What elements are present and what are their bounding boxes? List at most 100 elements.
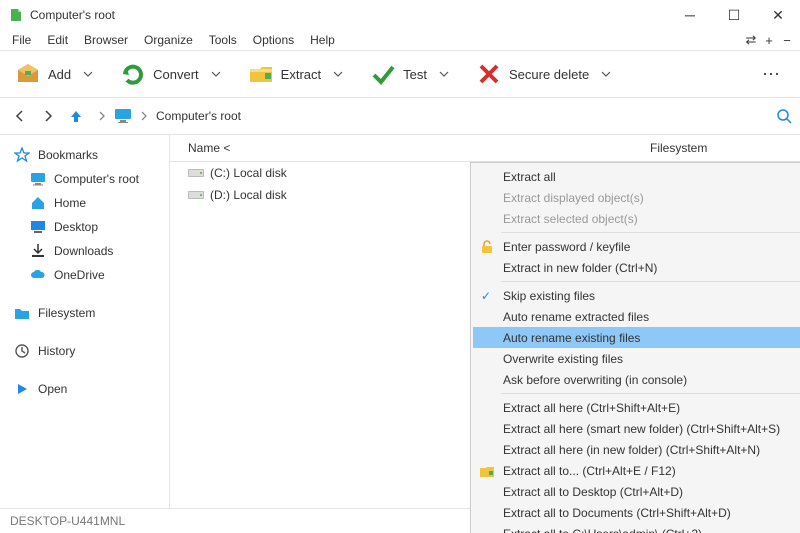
- menu-item-auto-rename-existing[interactable]: Auto rename existing files: [473, 327, 800, 348]
- download-icon: [30, 243, 46, 259]
- sidebar-item-downloads[interactable]: Downloads: [0, 239, 169, 263]
- nav-up-button[interactable]: [64, 104, 88, 128]
- menu-item-extract-displayed: Extract displayed object(s): [473, 187, 800, 208]
- menu-options[interactable]: Options: [245, 31, 302, 49]
- maximize-button[interactable]: ☐: [712, 0, 756, 30]
- sidebar-item-onedrive[interactable]: OneDrive: [0, 263, 169, 287]
- menu-file[interactable]: File: [4, 31, 39, 49]
- sidebar-item-label: Downloads: [54, 244, 113, 258]
- test-dropdown[interactable]: [433, 51, 455, 97]
- menu-item-extract-all-desktop[interactable]: Extract all to Desktop (Ctrl+Alt+D): [473, 481, 800, 502]
- sidebar-item-desktop[interactable]: Desktop: [0, 215, 169, 239]
- minus-icon[interactable]: −: [778, 33, 796, 48]
- desktop-icon: [30, 219, 46, 235]
- folder-icon: [14, 305, 30, 321]
- add-dropdown[interactable]: [77, 51, 99, 97]
- sidebar-item-label: Computer's root: [54, 172, 139, 186]
- sidebar-item-label: Home: [54, 196, 86, 210]
- menu-browser[interactable]: Browser: [76, 31, 136, 49]
- home-icon: [30, 195, 46, 211]
- nav-back-button[interactable]: [8, 104, 32, 128]
- monitor-icon: [30, 171, 46, 187]
- menu-item-ask-before-overwriting[interactable]: Ask before overwriting (in console): [473, 369, 800, 390]
- menu-item-extract-selected: Extract selected object(s): [473, 208, 800, 229]
- star-icon: [14, 147, 30, 163]
- secure-delete-button[interactable]: Secure delete: [469, 51, 595, 97]
- menu-item-extract-all-here[interactable]: Extract all here (Ctrl+Shift+Alt+E): [473, 397, 800, 418]
- chevron-icon: [98, 111, 106, 121]
- minimize-button[interactable]: ─: [668, 0, 712, 30]
- sidebar-item-history[interactable]: History: [0, 339, 169, 363]
- titlebar: Computer's root ─ ☐ ✕: [0, 0, 800, 30]
- menu-item-enter-password[interactable]: Enter password / keyfile: [473, 236, 800, 257]
- content-area: Bookmarks Computer's root Home Desktop D…: [0, 135, 800, 508]
- menu-item-extract-new-folder[interactable]: Extract in new folder (Ctrl+N): [473, 257, 800, 278]
- sidebar-item-label: History: [38, 344, 75, 358]
- convert-button[interactable]: Convert: [113, 51, 205, 97]
- sidebar-item-label: OneDrive: [54, 268, 105, 282]
- menu-item-extract-all-here-smart[interactable]: Extract all here (smart new folder) (Ctr…: [473, 418, 800, 439]
- disk-icon: [188, 167, 204, 179]
- add-label: Add: [48, 67, 71, 82]
- menu-separator: [501, 232, 800, 233]
- history-icon: [14, 343, 30, 359]
- close-button[interactable]: ✕: [756, 0, 800, 30]
- convert-dropdown[interactable]: [205, 51, 227, 97]
- add-button[interactable]: Add: [8, 51, 77, 97]
- status-computer-name: DESKTOP-U441MNL: [10, 514, 125, 528]
- column-filesystem[interactable]: Filesystem: [650, 141, 800, 155]
- drive-label: (C:) Local disk: [210, 166, 287, 180]
- menu-edit[interactable]: Edit: [39, 31, 76, 49]
- window-buttons: ─ ☐ ✕: [668, 0, 800, 30]
- sidebar-item-home[interactable]: Home: [0, 191, 169, 215]
- menu-item-extract-all-to[interactable]: Extract all to... (Ctrl+Alt+E / F12): [473, 460, 800, 481]
- address-bar[interactable]: Computer's root: [98, 108, 241, 124]
- secure-delete-dropdown[interactable]: [595, 51, 617, 97]
- sidebar-item-computers-root[interactable]: Computer's root: [0, 167, 169, 191]
- x-icon: [475, 60, 503, 88]
- menu-item-auto-rename-extracted[interactable]: Auto rename extracted files: [473, 306, 800, 327]
- search-icon[interactable]: [776, 108, 792, 124]
- menu-organize[interactable]: Organize: [136, 31, 201, 49]
- extract-button[interactable]: Extract: [241, 51, 327, 97]
- menu-item-skip-existing[interactable]: Skip existing files: [473, 285, 800, 306]
- sidebar-item-open[interactable]: Open: [0, 377, 169, 401]
- extract-dropdown[interactable]: [327, 51, 349, 97]
- menu-separator: [501, 281, 800, 282]
- menu-item-extract-all[interactable]: Extract all: [473, 166, 800, 187]
- swap-icon[interactable]: ⇄: [742, 32, 760, 48]
- plus-icon[interactable]: +: [760, 33, 778, 48]
- sidebar-item-filesystem[interactable]: Filesystem: [0, 301, 169, 325]
- monitor-icon: [114, 108, 132, 124]
- sidebar-item-bookmarks[interactable]: Bookmarks: [0, 143, 169, 167]
- menu-item-overwrite-existing[interactable]: Overwrite existing files: [473, 348, 800, 369]
- sidebar-item-label: Open: [38, 382, 67, 396]
- sidebar-item-label: Desktop: [54, 220, 98, 234]
- test-button[interactable]: Test: [363, 51, 433, 97]
- sidebar-item-label: Filesystem: [38, 306, 95, 320]
- secure-delete-label: Secure delete: [509, 67, 589, 82]
- sidebar-item-label: Bookmarks: [38, 148, 98, 162]
- menu-separator: [501, 393, 800, 394]
- extract-label: Extract: [281, 67, 321, 82]
- menu-item-extract-all-documents[interactable]: Extract all to Documents (Ctrl+Shift+Alt…: [473, 502, 800, 523]
- menu-item-extract-all-user[interactable]: Extract all to C:\Users\admin\ (Ctrl+2): [473, 523, 800, 533]
- check-icon: [369, 60, 397, 88]
- menu-tools[interactable]: Tools: [201, 31, 245, 49]
- nav-forward-button[interactable]: [36, 104, 60, 128]
- folder-extract-icon: [247, 60, 275, 88]
- chevron-icon: [140, 111, 148, 121]
- cloud-icon: [30, 267, 46, 283]
- extract-menu: Extract all Extract displayed object(s) …: [470, 162, 800, 533]
- toolbar-more-button[interactable]: ⋯: [752, 64, 792, 85]
- play-icon: [14, 381, 30, 397]
- breadcrumb-root[interactable]: Computer's root: [156, 109, 241, 123]
- menu-item-extract-all-here-new[interactable]: Extract all here (in new folder) (Ctrl+S…: [473, 439, 800, 460]
- app-icon: [8, 7, 24, 23]
- menu-help[interactable]: Help: [302, 31, 343, 49]
- column-name[interactable]: Name <: [170, 141, 650, 155]
- test-label: Test: [403, 67, 427, 82]
- navigation-bar: Computer's root: [0, 98, 800, 135]
- toolbar: Add Convert Extract Test Secure delete ⋯: [0, 50, 800, 98]
- convert-label: Convert: [153, 67, 199, 82]
